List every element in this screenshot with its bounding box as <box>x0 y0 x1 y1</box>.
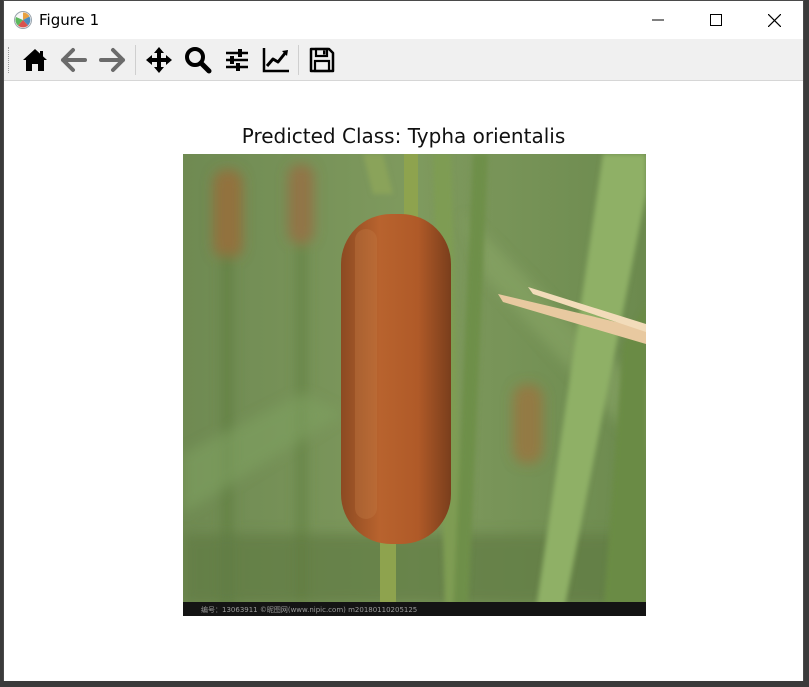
window-title: Figure 1 <box>39 11 100 29</box>
close-button[interactable] <box>745 1 803 39</box>
toolbar-separator <box>135 45 136 75</box>
toolbar-separator <box>298 45 299 75</box>
forward-button[interactable] <box>95 43 129 77</box>
image-caption: 编号：13063911 ©昵图网(www.nipic.com) m2018011… <box>201 605 417 614</box>
title-bar[interactable]: Figure 1 <box>4 1 803 39</box>
plot-title: Predicted Class: Typha orientalis <box>241 124 566 148</box>
sliders-icon <box>226 49 248 71</box>
close-icon <box>767 13 781 27</box>
arrow-left-icon <box>61 48 87 72</box>
save-button[interactable] <box>305 43 339 77</box>
subplots-button[interactable] <box>220 43 254 77</box>
move-icon <box>146 47 172 73</box>
minimize-icon <box>652 19 664 21</box>
maximize-button[interactable] <box>687 1 745 39</box>
cattail-photo: 编号：13063911 ©昵图网(www.nipic.com) m2018011… <box>183 154 646 616</box>
arrow-right-icon <box>99 48 125 72</box>
maximize-icon <box>710 14 722 26</box>
back-button[interactable] <box>57 43 91 77</box>
toolbar-grip[interactable] <box>8 47 11 73</box>
save-icon <box>309 47 335 73</box>
predicted-image: 编号：13063911 ©昵图网(www.nipic.com) m2018011… <box>183 154 646 616</box>
home-button[interactable] <box>18 43 52 77</box>
zoom-button[interactable] <box>181 43 215 77</box>
pan-button[interactable] <box>142 43 176 77</box>
figure-window: Figure 1 Predicted Class: Typha oriental… <box>3 0 804 681</box>
matplotlib-logo-icon <box>14 11 32 29</box>
minimize-button[interactable] <box>629 1 687 39</box>
navigation-toolbar <box>4 39 803 81</box>
figure-canvas[interactable]: Predicted Class: Typha orientalis 编号：130… <box>4 81 803 681</box>
home-icon <box>23 49 47 71</box>
customize-button[interactable] <box>259 43 293 77</box>
line-chart-icon <box>262 48 289 73</box>
zoom-icon <box>185 47 212 74</box>
